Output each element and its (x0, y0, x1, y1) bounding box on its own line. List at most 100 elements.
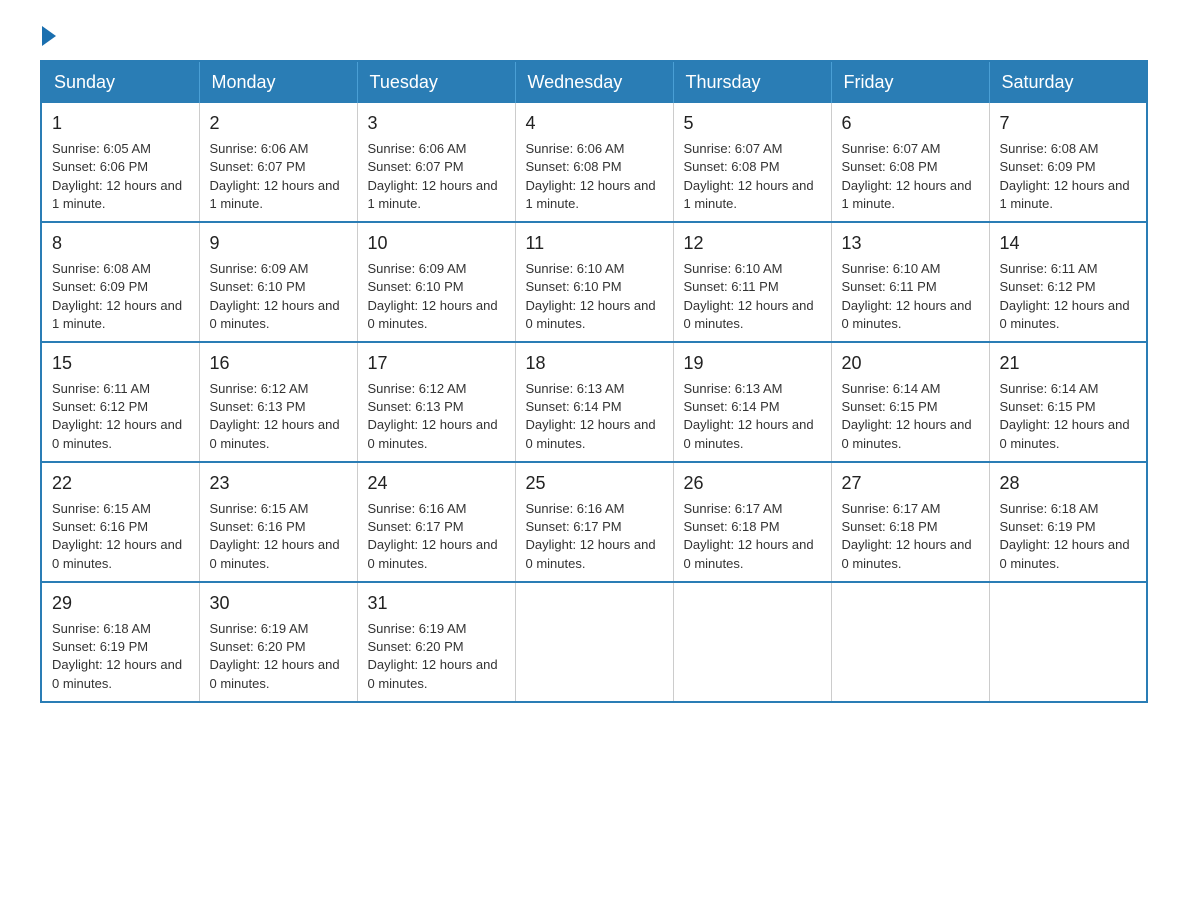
day-number: 25 (526, 471, 663, 496)
sunset-label: Sunset: 6:08 PM (684, 159, 780, 174)
daylight-label: Daylight: 12 hours and 0 minutes. (210, 417, 340, 450)
sunrise-label: Sunrise: 6:14 AM (842, 381, 941, 396)
calendar-cell: 31 Sunrise: 6:19 AM Sunset: 6:20 PM Dayl… (357, 582, 515, 702)
sunrise-label: Sunrise: 6:12 AM (210, 381, 309, 396)
calendar-cell: 8 Sunrise: 6:08 AM Sunset: 6:09 PM Dayli… (41, 222, 199, 342)
day-number: 9 (210, 231, 347, 256)
sunset-label: Sunset: 6:14 PM (684, 399, 780, 414)
sunrise-label: Sunrise: 6:14 AM (1000, 381, 1099, 396)
sunset-label: Sunset: 6:13 PM (368, 399, 464, 414)
sunset-label: Sunset: 6:10 PM (210, 279, 306, 294)
day-number: 7 (1000, 111, 1137, 136)
calendar-week-5: 29 Sunrise: 6:18 AM Sunset: 6:19 PM Dayl… (41, 582, 1147, 702)
daylight-label: Daylight: 12 hours and 0 minutes. (842, 417, 972, 450)
sunset-label: Sunset: 6:16 PM (52, 519, 148, 534)
daylight-label: Daylight: 12 hours and 0 minutes. (210, 657, 340, 690)
day-number: 24 (368, 471, 505, 496)
day-number: 22 (52, 471, 189, 496)
daylight-label: Daylight: 12 hours and 1 minute. (52, 178, 182, 211)
daylight-label: Daylight: 12 hours and 0 minutes. (210, 298, 340, 331)
daylight-label: Daylight: 12 hours and 0 minutes. (842, 298, 972, 331)
day-number: 28 (1000, 471, 1137, 496)
sunset-label: Sunset: 6:18 PM (842, 519, 938, 534)
sunset-label: Sunset: 6:19 PM (1000, 519, 1096, 534)
sunrise-label: Sunrise: 6:19 AM (210, 621, 309, 636)
sunset-label: Sunset: 6:06 PM (52, 159, 148, 174)
daylight-label: Daylight: 12 hours and 0 minutes. (210, 537, 340, 570)
calendar-cell: 12 Sunrise: 6:10 AM Sunset: 6:11 PM Dayl… (673, 222, 831, 342)
sunset-label: Sunset: 6:07 PM (210, 159, 306, 174)
calendar-cell: 28 Sunrise: 6:18 AM Sunset: 6:19 PM Dayl… (989, 462, 1147, 582)
day-number: 12 (684, 231, 821, 256)
sunset-label: Sunset: 6:15 PM (842, 399, 938, 414)
daylight-label: Daylight: 12 hours and 0 minutes. (52, 417, 182, 450)
sunrise-label: Sunrise: 6:08 AM (52, 261, 151, 276)
calendar-cell: 25 Sunrise: 6:16 AM Sunset: 6:17 PM Dayl… (515, 462, 673, 582)
header-wednesday: Wednesday (515, 61, 673, 103)
day-number: 1 (52, 111, 189, 136)
sunrise-label: Sunrise: 6:12 AM (368, 381, 467, 396)
calendar-cell: 29 Sunrise: 6:18 AM Sunset: 6:19 PM Dayl… (41, 582, 199, 702)
sunrise-label: Sunrise: 6:18 AM (52, 621, 151, 636)
sunrise-label: Sunrise: 6:13 AM (526, 381, 625, 396)
calendar-cell: 11 Sunrise: 6:10 AM Sunset: 6:10 PM Dayl… (515, 222, 673, 342)
calendar-week-1: 1 Sunrise: 6:05 AM Sunset: 6:06 PM Dayli… (41, 103, 1147, 222)
sunrise-label: Sunrise: 6:07 AM (842, 141, 941, 156)
calendar-cell (831, 582, 989, 702)
calendar-cell: 19 Sunrise: 6:13 AM Sunset: 6:14 PM Dayl… (673, 342, 831, 462)
calendar-cell: 14 Sunrise: 6:11 AM Sunset: 6:12 PM Dayl… (989, 222, 1147, 342)
sunrise-label: Sunrise: 6:07 AM (684, 141, 783, 156)
day-number: 18 (526, 351, 663, 376)
header-thursday: Thursday (673, 61, 831, 103)
day-number: 16 (210, 351, 347, 376)
day-number: 20 (842, 351, 979, 376)
daylight-label: Daylight: 12 hours and 0 minutes. (1000, 537, 1130, 570)
day-number: 29 (52, 591, 189, 616)
daylight-label: Daylight: 12 hours and 1 minute. (368, 178, 498, 211)
daylight-label: Daylight: 12 hours and 1 minute. (526, 178, 656, 211)
day-number: 14 (1000, 231, 1137, 256)
daylight-label: Daylight: 12 hours and 0 minutes. (684, 417, 814, 450)
day-number: 13 (842, 231, 979, 256)
sunset-label: Sunset: 6:10 PM (368, 279, 464, 294)
sunset-label: Sunset: 6:08 PM (842, 159, 938, 174)
sunset-label: Sunset: 6:09 PM (52, 279, 148, 294)
sunrise-label: Sunrise: 6:05 AM (52, 141, 151, 156)
daylight-label: Daylight: 12 hours and 0 minutes. (368, 657, 498, 690)
sunrise-label: Sunrise: 6:06 AM (368, 141, 467, 156)
daylight-label: Daylight: 12 hours and 0 minutes. (526, 417, 656, 450)
calendar-cell: 18 Sunrise: 6:13 AM Sunset: 6:14 PM Dayl… (515, 342, 673, 462)
daylight-label: Daylight: 12 hours and 0 minutes. (368, 417, 498, 450)
sunset-label: Sunset: 6:07 PM (368, 159, 464, 174)
header-saturday: Saturday (989, 61, 1147, 103)
header-monday: Monday (199, 61, 357, 103)
sunset-label: Sunset: 6:17 PM (368, 519, 464, 534)
calendar-cell: 22 Sunrise: 6:15 AM Sunset: 6:16 PM Dayl… (41, 462, 199, 582)
day-number: 4 (526, 111, 663, 136)
day-number: 8 (52, 231, 189, 256)
sunrise-label: Sunrise: 6:15 AM (210, 501, 309, 516)
sunrise-label: Sunrise: 6:10 AM (526, 261, 625, 276)
sunrise-label: Sunrise: 6:11 AM (1000, 261, 1098, 276)
daylight-label: Daylight: 12 hours and 0 minutes. (1000, 298, 1130, 331)
daylight-label: Daylight: 12 hours and 1 minute. (52, 298, 182, 331)
day-number: 6 (842, 111, 979, 136)
sunrise-label: Sunrise: 6:10 AM (684, 261, 783, 276)
daylight-label: Daylight: 12 hours and 0 minutes. (368, 537, 498, 570)
daylight-label: Daylight: 12 hours and 0 minutes. (526, 298, 656, 331)
sunrise-label: Sunrise: 6:09 AM (210, 261, 309, 276)
day-number: 2 (210, 111, 347, 136)
calendar-cell (989, 582, 1147, 702)
daylight-label: Daylight: 12 hours and 1 minute. (1000, 178, 1130, 211)
daylight-label: Daylight: 12 hours and 1 minute. (684, 178, 814, 211)
calendar-cell: 24 Sunrise: 6:16 AM Sunset: 6:17 PM Dayl… (357, 462, 515, 582)
sunset-label: Sunset: 6:12 PM (1000, 279, 1096, 294)
sunrise-label: Sunrise: 6:06 AM (210, 141, 309, 156)
sunrise-label: Sunrise: 6:13 AM (684, 381, 783, 396)
sunrise-label: Sunrise: 6:08 AM (1000, 141, 1099, 156)
calendar-cell: 26 Sunrise: 6:17 AM Sunset: 6:18 PM Dayl… (673, 462, 831, 582)
daylight-label: Daylight: 12 hours and 0 minutes. (52, 657, 182, 690)
sunset-label: Sunset: 6:17 PM (526, 519, 622, 534)
day-number: 11 (526, 231, 663, 256)
sunrise-label: Sunrise: 6:17 AM (842, 501, 941, 516)
